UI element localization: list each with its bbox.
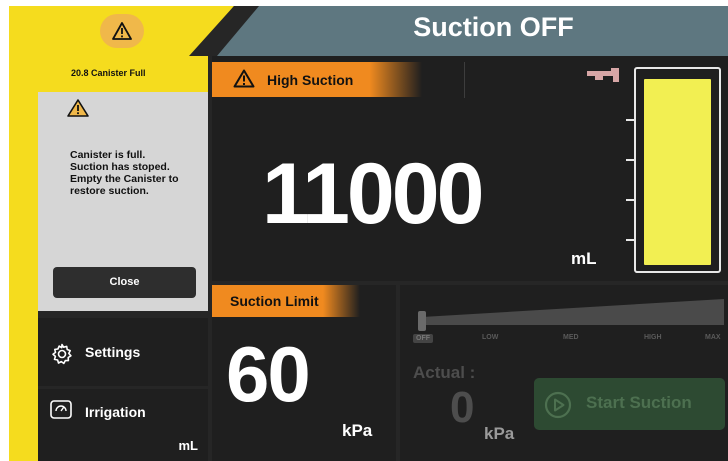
start-suction-label: Start Suction	[586, 393, 692, 412]
settings-button[interactable]: Settings	[38, 318, 208, 386]
close-button[interactable]: Close	[53, 267, 196, 298]
alert-dialog: 20.8 Canister Full Canister is full. Suc…	[38, 56, 208, 311]
suction-level-slider[interactable]	[412, 295, 724, 331]
level-off[interactable]: OFF	[413, 334, 433, 343]
level-max[interactable]: MAX	[705, 334, 721, 341]
actual-pressure-unit: kPa	[484, 424, 515, 443]
panel-divider	[464, 62, 465, 98]
suction-limit-label: Suction Limit	[212, 285, 360, 317]
suction-limit-value: 60	[226, 330, 311, 418]
canister-level-gauge	[634, 67, 721, 273]
gear-icon	[50, 342, 74, 369]
suction-limit-unit: kPa	[342, 421, 373, 440]
start-suction-button[interactable]: Start Suction	[534, 378, 725, 430]
volume-panel: High Suction 11000 mL	[212, 56, 728, 281]
irrigation-gauge-icon	[50, 400, 72, 423]
alert-title: 20.8 Canister Full	[38, 56, 208, 92]
alert-rail	[9, 56, 38, 461]
device-screen: Suction OFF 20.8 Canister Full Canister …	[9, 6, 728, 461]
high-suction-alarm-badge: High Suction	[212, 62, 422, 97]
level-high[interactable]: HIGH	[644, 334, 662, 341]
alert-message: Canister is full. Suction has stoped. Em…	[70, 149, 179, 197]
irrigation-unit: mL	[178, 438, 199, 453]
settings-label: Settings	[85, 344, 141, 360]
warning-triangle-icon	[233, 69, 255, 88]
actual-pressure-value: 0	[450, 383, 475, 432]
warning-triangle-icon[interactable]	[100, 14, 144, 48]
warning-triangle-icon	[67, 99, 89, 121]
actual-pressure-label: Actual :	[413, 363, 476, 382]
irrigation-label: Irrigation	[85, 404, 146, 420]
volume-value: 11000	[262, 146, 484, 242]
level-low[interactable]: LOW	[482, 334, 498, 341]
suction-control-panel: OFF LOW MED HIGH MAX Actual : 0 kPa Star…	[400, 285, 728, 461]
canister-scale-tick	[626, 199, 634, 201]
play-circle-icon	[544, 391, 572, 419]
canister-fill	[644, 79, 711, 265]
suction-limit-panel[interactable]: Suction Limit 60 kPa	[212, 285, 396, 461]
level-med[interactable]: MED	[563, 334, 579, 341]
slider-handle[interactable]	[418, 311, 426, 331]
canister-pump-icon	[585, 68, 621, 88]
canister-scale-tick	[626, 159, 634, 161]
canister-scale-tick	[626, 119, 634, 121]
volume-unit: mL	[571, 249, 597, 268]
high-suction-label: High Suction	[267, 72, 354, 88]
page-title: Suction OFF	[413, 12, 574, 42]
irrigation-button[interactable]: Irrigation mL	[38, 389, 208, 461]
canister-scale-tick	[626, 239, 634, 241]
